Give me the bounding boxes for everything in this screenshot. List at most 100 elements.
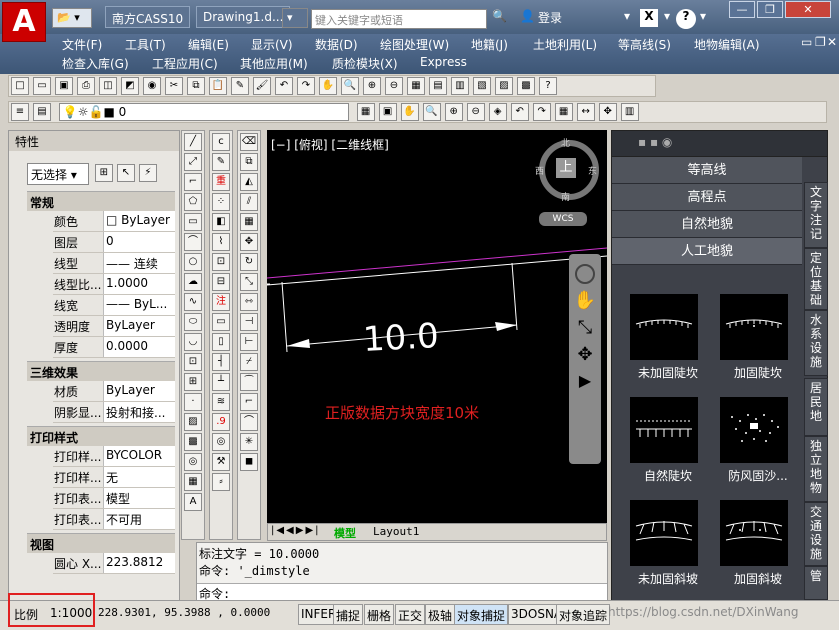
menu-cadastre[interactable]: 地籍(J) <box>471 36 508 53</box>
tab-model[interactable]: 模型 <box>334 525 356 540</box>
zoom2-icon[interactable]: 🔍 <box>422 103 441 121</box>
wcs-menu[interactable]: WCS <box>539 212 587 226</box>
side-tab-text[interactable]: 文字注记 <box>804 182 828 248</box>
grid-points-icon[interactable]: ⁘ <box>212 193 230 211</box>
category-natural[interactable]: 自然地貌 <box>612 211 802 238</box>
menu-qc[interactable]: 质检模块(X) <box>332 55 398 72</box>
side-tab-traffic[interactable]: 交通设施 <box>804 502 828 566</box>
property-row[interactable]: 打印表... 模型 <box>53 488 175 509</box>
property-section-header[interactable]: 常规 <box>27 191 175 211</box>
calc-icon[interactable]: ▩ <box>517 77 535 95</box>
chamfer-icon[interactable]: ⌐ <box>240 393 258 411</box>
steering-wheel-icon[interactable] <box>575 264 595 284</box>
menu-landuse[interactable]: 土地利用(L) <box>533 36 597 53</box>
side-tab-independent[interactable]: 独立地物 <box>804 436 828 502</box>
property-value[interactable]: ByLayer <box>103 381 175 401</box>
property-row[interactable]: 厚度 0.0000 <box>53 337 175 358</box>
login-dropdown-icon[interactable]: ▾ <box>624 9 630 29</box>
menu-tools[interactable]: 工具(T) <box>125 36 166 53</box>
doc-close-icon[interactable]: ✕ <box>827 35 837 49</box>
menu-edit[interactable]: 编辑(E) <box>188 36 229 53</box>
property-value[interactable]: BYCOLOR <box>103 446 175 466</box>
close-button[interactable]: ✕ <box>785 1 831 18</box>
curve-icon[interactable]: ⌇ <box>212 233 230 251</box>
plot-icon[interactable]: ◩ <box>121 77 139 95</box>
help-tool-icon[interactable]: ? <box>539 77 557 95</box>
property-row[interactable]: 打印样... 无 <box>53 467 175 488</box>
cut-icon[interactable]: ✂ <box>165 77 183 95</box>
zoom-window-icon[interactable]: ⊕ <box>363 77 381 95</box>
target-icon[interactable]: ◎ <box>212 433 230 451</box>
ellipse-icon[interactable]: ⬭ <box>184 313 202 331</box>
layer-manager-icon[interactable]: ≡ <box>11 103 29 121</box>
tab-layout1[interactable]: Layout1 <box>373 525 419 539</box>
help-icon[interactable]: ? <box>676 9 696 29</box>
orbit-icon[interactable]: ✥ <box>569 344 601 365</box>
property-row[interactable]: 颜色 □ ByLayer <box>53 211 175 232</box>
make-block-icon[interactable]: ⊞ <box>184 373 202 391</box>
fence-icon[interactable]: ┤ <box>212 353 230 371</box>
stretch-icon[interactable]: ⇿ <box>240 293 258 311</box>
pan-nav-icon[interactable]: ✋ <box>569 290 601 311</box>
side-tab-pipe[interactable]: 管 <box>804 566 828 600</box>
search-input[interactable]: 键入关键字或短语 <box>311 9 487 29</box>
arc-icon[interactable]: ⌒ <box>184 233 202 251</box>
point-icon[interactable]: · <box>184 393 202 411</box>
save-tb-icon[interactable]: ▣ <box>378 103 397 121</box>
redo-icon[interactable]: ↷ <box>297 77 315 95</box>
undo-icon[interactable]: ↶ <box>275 77 293 95</box>
open-icon[interactable]: ▭ <box>33 77 51 95</box>
rect2-icon[interactable]: ▯ <box>212 333 230 351</box>
rectangle-icon[interactable]: ▭ <box>184 213 202 231</box>
rotate-icon[interactable]: ↻ <box>240 253 258 271</box>
panel-tool-icons[interactable]: ▪ ▪ ◉ <box>638 135 672 149</box>
menu-check-db[interactable]: 检查入库(G) <box>62 55 129 72</box>
sheetset-icon[interactable]: ▧ <box>473 77 491 95</box>
pan2-icon[interactable]: ✋ <box>400 103 419 121</box>
extend-icon[interactable]: ⊢ <box>240 333 258 351</box>
menu-view[interactable]: 显示(V) <box>251 36 293 53</box>
property-value[interactable]: 0 <box>103 232 175 252</box>
status-ortho[interactable]: 正交 <box>395 604 426 625</box>
new-icon[interactable]: □ <box>11 77 29 95</box>
user-icon[interactable]: 👤 <box>520 9 535 29</box>
circle-icon[interactable]: ○ <box>184 253 202 271</box>
dash-icon[interactable]: ⸗ <box>212 473 230 491</box>
select-objects-icon[interactable]: ↖ <box>116 164 135 182</box>
preview-icon[interactable]: ◫ <box>99 77 117 95</box>
attr-icon[interactable]: ✎ <box>212 153 230 171</box>
gradient-icon[interactable]: ▩ <box>184 433 202 451</box>
mtext-icon[interactable]: A <box>184 493 202 511</box>
property-value[interactable]: 模型 <box>103 488 175 508</box>
viewport-label[interactable]: [−] [俯视] [二维线框] <box>271 136 389 153</box>
property-value[interactable]: 无 <box>103 467 175 487</box>
grid2-icon[interactable]: ▦ <box>554 103 573 121</box>
zoom-extents-icon[interactable]: ⤡ <box>569 317 601 338</box>
symbol-item[interactable]: 未加固斜坡 <box>622 500 714 596</box>
code-icon[interactable]: c <box>212 133 230 151</box>
node-icon[interactable]: ⊡ <box>212 253 230 271</box>
shovel-icon[interactable]: ⚒ <box>212 453 230 471</box>
publish-icon[interactable]: ◉ <box>143 77 161 95</box>
polygon-icon[interactable]: ⬠ <box>184 193 202 211</box>
zoom3-icon[interactable]: ⊕ <box>444 103 463 121</box>
menu-feature-edit[interactable]: 地物编辑(A) <box>694 36 760 53</box>
note-icon[interactable]: 注 <box>212 293 230 311</box>
layer-state-icon[interactable]: ▤ <box>33 103 51 121</box>
property-row[interactable]: 阴影显... 投射和接... <box>53 402 175 423</box>
property-row[interactable]: 打印表... 不可用 <box>53 509 175 530</box>
redraw-icon[interactable]: 重 <box>212 173 230 191</box>
zoom-prev-icon[interactable]: ⊖ <box>385 77 403 95</box>
property-section-header[interactable]: 视图 <box>27 533 175 553</box>
property-section-header[interactable]: 打印样式 <box>27 426 175 446</box>
road-icon[interactable]: ≋ <box>212 393 230 411</box>
property-value[interactable]: □ ByLayer <box>103 211 175 231</box>
join-icon[interactable]: ⁀ <box>240 373 258 391</box>
elevation-icon[interactable]: .9 <box>212 413 230 431</box>
property-row[interactable]: 材质 ByLayer <box>53 381 175 402</box>
erase-icon[interactable]: ⌫ <box>240 133 258 151</box>
grip-icon[interactable]: ▥ <box>620 103 639 121</box>
undo2-icon[interactable]: ↶ <box>510 103 529 121</box>
copy-icon[interactable]: ⧉ <box>187 77 205 95</box>
search-icon[interactable]: 🔍 <box>492 9 507 29</box>
